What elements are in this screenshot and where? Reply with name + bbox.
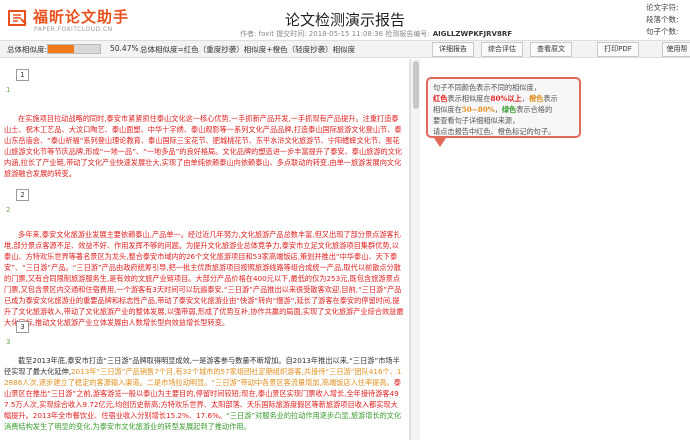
note-text: 表示 bbox=[543, 94, 558, 103]
similarity-progress-fill bbox=[48, 45, 75, 53]
stat-paragraphs: 段落个数: bbox=[646, 15, 679, 24]
note-red-range: 80%以上 bbox=[490, 94, 522, 103]
document-scrollbar[interactable] bbox=[410, 59, 420, 440]
report-meta-text: 作者: foxit 提交时间: 2018-05-15 11:08:36 检测报告… bbox=[240, 30, 430, 38]
report-code: AIGLLZWPKFJRV8RF bbox=[432, 30, 512, 38]
note-line: 要查看句子详细相似来源， bbox=[433, 116, 520, 125]
note-line: 请点击报告中红色、橙色标记的句子。 bbox=[433, 127, 556, 136]
paragraph-number: 3 bbox=[6, 338, 11, 346]
page-title: 论文检测演示报告 bbox=[284, 11, 405, 29]
overall-evaluation-button[interactable]: 综合评估 bbox=[481, 42, 523, 57]
note-text: 表示相似度在 bbox=[447, 94, 491, 103]
similarity-label: 总体相似度: bbox=[7, 45, 48, 54]
paragraph: 多年来,泰安文化旅游业发展主要依赖泰山,产品单一。经过近几年努力,文化旅游产品总… bbox=[4, 229, 404, 328]
note-orange-range: 50~80% bbox=[461, 105, 495, 114]
note-text: 表示合格的 bbox=[516, 105, 553, 114]
paragraph-number: 1 bbox=[6, 86, 11, 94]
detail-report-button[interactable]: 详细报告 bbox=[432, 42, 474, 57]
sentence-red[interactable]: 多年来,泰安文化旅游业发展主要依赖泰山,产品单一。经过近几年努力,文化旅游产品总… bbox=[4, 230, 404, 327]
note-line: 相似度在50~80%，绿色表示合格的 bbox=[433, 104, 574, 115]
toolbar: 总体相似度: 50.47% 总体相似度=红色（重度抄袭）相似度+橙色（轻度抄袭）… bbox=[0, 40, 690, 58]
report-header: 福昕论文助手 PAPER.FOXITCLOUD.CN 论文检测演示报告 作者: … bbox=[0, 0, 690, 40]
paragraph: 在实施项目拉动战略的同时,泰安市紧紧抓住泰山文化这一核心优势,一手抓新产品开发,… bbox=[4, 113, 404, 179]
note-text: ， bbox=[494, 105, 502, 114]
similarity-progress-bar bbox=[47, 44, 101, 54]
stat-sentences: 句子个数: bbox=[646, 27, 679, 36]
page-marker: 1 bbox=[16, 69, 29, 81]
note-orange-word: 橙色 bbox=[528, 94, 544, 103]
note-text: ， bbox=[521, 94, 529, 103]
note-pointer bbox=[434, 138, 446, 147]
note-text: 相似度在 bbox=[433, 105, 462, 114]
document-panel: 1 1 在实施项目拉动战略的同时,泰安市紧紧抓住泰山文化这一核心优势,一手抓新产… bbox=[0, 59, 410, 440]
view-original-button[interactable]: 查看原文 bbox=[530, 42, 572, 57]
stat-chars: 论文字符: bbox=[646, 3, 679, 12]
note-line: 句子不同颜色表示不同的相似度， bbox=[433, 83, 541, 92]
color-legend-note: 句子不同颜色表示不同的相似度， 红色表示相似度在80%以上，橙色表示 相似度在5… bbox=[426, 77, 581, 138]
note-red-word: 红色 bbox=[433, 94, 448, 103]
page-marker: 2 bbox=[16, 189, 29, 201]
print-pdf-button[interactable]: 打印PDF bbox=[597, 42, 639, 57]
scrollbar-thumb[interactable] bbox=[413, 61, 419, 109]
note-line: 红色表示相似度在80%以上，橙色表示 bbox=[433, 93, 574, 104]
report-meta: 作者: foxit 提交时间: 2018-05-15 11:08:36 检测报告… bbox=[240, 29, 512, 39]
note-green-word: 绿色 bbox=[501, 105, 517, 114]
paragraph: 截至2013年底,泰安市打造“三日游”品牌取得明显成效,一是游客参与数量不断增加… bbox=[4, 355, 404, 432]
paragraph-number: 2 bbox=[6, 206, 11, 214]
doc-stats: 论文字符: 段落个数: 句子个数: bbox=[646, 2, 688, 38]
similarity-legend: 总体相似度=红色（重度抄袭）相似度+橙色（轻度抄袭）相似度 bbox=[140, 45, 356, 54]
similarity-percent: 50.47% bbox=[110, 44, 139, 53]
sentence-red[interactable]: 在实施项目拉动战略的同时,泰安市紧紧抓住泰山文化这一核心优势,一手抓新产品开发,… bbox=[4, 114, 402, 178]
page-marker: 3 bbox=[16, 321, 29, 333]
help-button[interactable]: 使用帮 bbox=[662, 42, 690, 57]
